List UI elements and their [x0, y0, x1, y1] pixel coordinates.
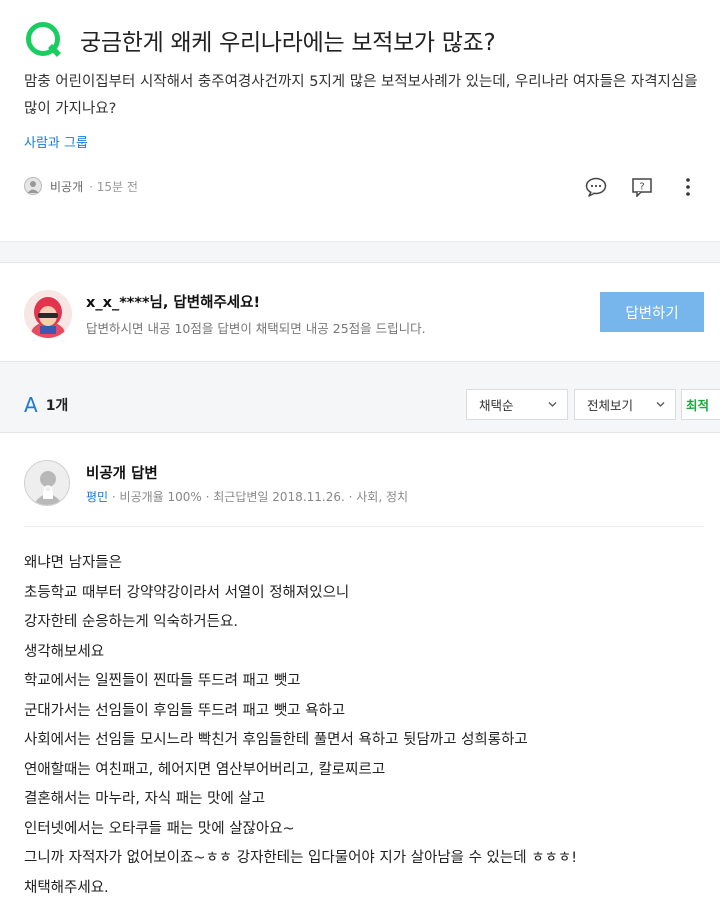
answer-line: 강자한테 순응하는게 익숙하거든요.: [24, 614, 238, 630]
author-avatar-icon: [24, 177, 42, 195]
prompt-description: 답변하시면 내공 10점을 답변이 채택되면 내공 25점을 드립니다.: [86, 321, 426, 336]
answer-title: 비공개 답변: [86, 466, 158, 482]
question-meta: 비공개 · 15분 전: [24, 177, 138, 195]
more-icon[interactable]: [676, 175, 700, 199]
answer-count-value: 1개: [45, 398, 69, 414]
answer-count: A 1개: [24, 393, 68, 417]
question-section: 궁금한게 왜케 우리나라에는 보적보가 많죠? 맘충 어린이집부터 시작해서 충…: [0, 0, 720, 241]
section-separator: [0, 241, 720, 263]
question-author: 비공개: [50, 179, 84, 194]
question-category-link[interactable]: 사람과 그룹: [24, 132, 88, 151]
filter-select[interactable]: 전체보기: [574, 389, 676, 420]
divider: [24, 526, 704, 527]
svg-text:?: ?: [639, 182, 644, 193]
report-icon[interactable]: ?: [630, 175, 654, 199]
anonymous-avatar-icon: [24, 460, 70, 506]
answer-line: 인터넷에서는 오타쿠들 패는 맛에 살잖아요~: [24, 820, 295, 837]
answer-meta: 평민 · 비공개율 100% · 최근답변일 2018.11.26. · 사회,…: [86, 488, 408, 505]
answer-line: 결혼해서는 마누라, 자식 패는 맛에 살고: [24, 791, 266, 807]
answer-line: 왜냐면 남자들은: [24, 555, 122, 571]
sort-select[interactable]: 채택순: [466, 389, 568, 420]
answer-body: 왜냐면 남자들은 초등학교 때부터 강약약강이라서 서열이 정해져있으니 강자한…: [24, 549, 714, 903]
question-actions: ?: [562, 175, 700, 199]
answer-card: 비공개 답변 평민 · 비공개율 100% · 최근답변일 2018.11.26…: [0, 433, 720, 907]
answer-prompt: x_x_****님, 답변해주세요! 답변하시면 내공 10점을 답변이 채택되…: [0, 263, 720, 361]
answer-line: 연애할때는 여친패고, 헤어지면 염산부어버리고, 칼로찌르고: [24, 761, 386, 778]
tab-best[interactable]: 최적: [681, 389, 720, 420]
comment-icon[interactable]: [584, 175, 608, 199]
answer-line: 초등학교 때부터 강약약강이라서 서열이 정해져있으니: [24, 584, 350, 601]
answer-line: 학교에서는 일찐들이 찐따들 뚜드려 패고 뺏고: [24, 673, 301, 689]
answer-line: 그니까 자적자가 없어보이죠~ㅎㅎ 강자한테는 입다물어야 지가 살아남을 수 …: [24, 850, 578, 866]
answer-meta-text: · 비공개율 100% · 최근답변일 2018.11.26. · 사회, 정치: [108, 490, 409, 504]
question-title: 궁금한게 왜케 우리나라에는 보적보가 많죠?: [80, 30, 496, 56]
answer-button[interactable]: 답변하기: [600, 292, 704, 332]
user-avatar: [24, 290, 72, 338]
answer-line: 생각해보세요: [24, 643, 105, 660]
answer-a-icon: A: [24, 393, 38, 417]
answer-line: 군대가서는 선임들이 후임들 뚜드려 패고 뺏고 욕하고: [24, 702, 346, 719]
answer-line: 사회에서는 선임들 모시느라 빡친거 후임들한테 풀면서 욕하고 뒷담까고 성희…: [24, 732, 528, 748]
question-body: 맘충 어린이집부터 시작해서 충주여경사건까지 5지게 많은 보적보사례가 있는…: [24, 74, 698, 117]
answer-line: 채택해주세요.: [24, 879, 109, 896]
chevron-down-icon: [548, 402, 557, 407]
question-time: · 15분 전: [89, 179, 138, 194]
sort-select-value: 채택순: [479, 398, 514, 413]
question-title-row: 궁금한게 왜케 우리나라에는 보적보가 많죠?: [24, 20, 496, 60]
question-q-icon: [24, 20, 64, 60]
filter-select-value: 전체보기: [587, 398, 634, 413]
prompt-username: x_x_****님, 답변해주세요!: [86, 295, 261, 311]
answer-rank[interactable]: 평민: [86, 490, 108, 504]
chevron-down-icon: [656, 402, 665, 407]
